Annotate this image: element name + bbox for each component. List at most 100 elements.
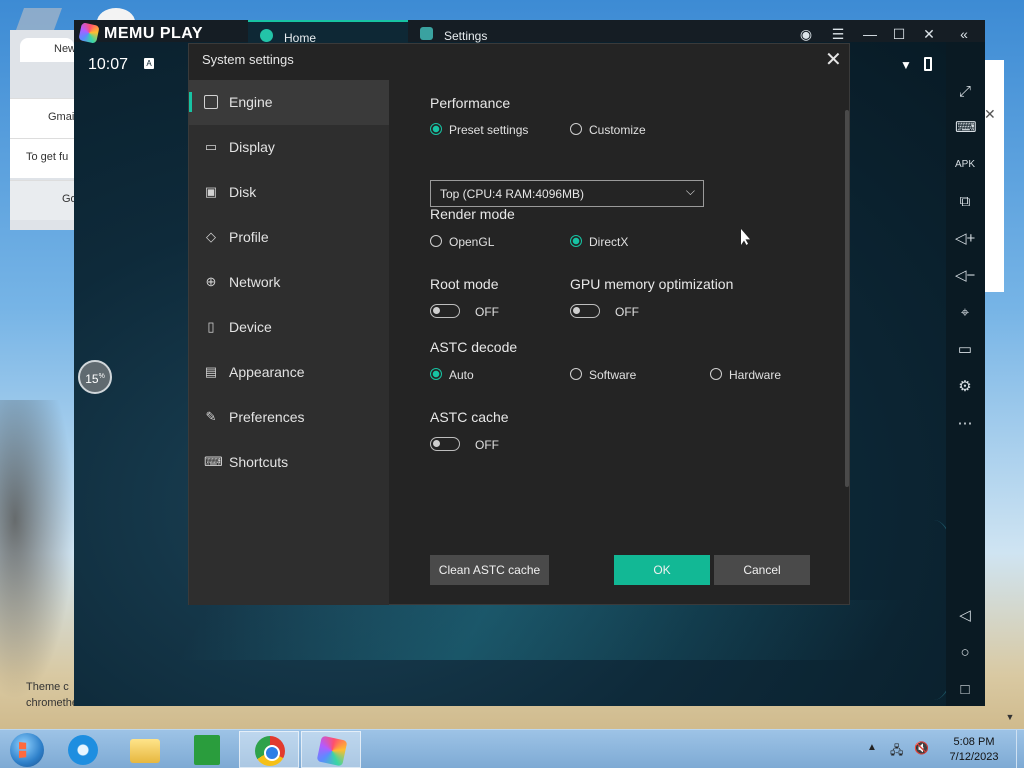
scroll-down-icon[interactable]: ▼ xyxy=(1000,712,1020,726)
chrome-hint-row: To get fu xyxy=(10,138,74,178)
wallpaper-tree xyxy=(0,400,75,700)
internet-explorer-icon xyxy=(68,735,98,765)
minimize-icon[interactable]: — xyxy=(862,26,878,42)
wrench-icon: ✎ xyxy=(205,409,217,424)
google-label: Go xyxy=(62,193,74,205)
astc-cache-state: OFF xyxy=(475,438,499,452)
taskbar-memu[interactable] xyxy=(301,731,361,768)
account-icon[interactable]: ◉ xyxy=(798,26,814,42)
tag-icon: ◇ xyxy=(206,229,216,244)
gpu-memory-toggle[interactable] xyxy=(570,304,600,318)
volume-up-icon[interactable]: ◁+ xyxy=(955,229,975,249)
clean-astc-cache-button[interactable]: Clean ASTC cache xyxy=(430,555,549,585)
show-desktop-button[interactable] xyxy=(1016,730,1024,768)
fullscreen-icon[interactable]: ⤢ xyxy=(955,82,975,102)
content-scrollbar[interactable] xyxy=(845,110,849,487)
astc-software-radio[interactable]: Software xyxy=(570,368,636,384)
desktop-icon[interactable] xyxy=(15,8,63,30)
ok-button[interactable]: OK xyxy=(614,555,710,585)
astc-auto-radio[interactable]: Auto xyxy=(430,368,474,384)
chrome-window-edge xyxy=(984,60,1004,292)
nav-device-label: Device xyxy=(229,319,272,335)
nav-profile[interactable]: ◇ Profile xyxy=(189,215,389,260)
tab-settings-label: Settings xyxy=(444,29,488,43)
background-glow xyxy=(176,600,912,660)
nav-engine[interactable]: Engine xyxy=(189,80,389,125)
dialog-title: System settings xyxy=(202,52,294,67)
window-icon: ▤ xyxy=(204,364,218,379)
taskbar-chrome[interactable] xyxy=(239,731,299,768)
keyboard-icon[interactable]: ⌨ xyxy=(955,118,977,138)
performance-preset-select[interactable]: Top (CPU:4 RAM:4096MB) ⌵ xyxy=(430,180,704,207)
root-mode-toggle[interactable] xyxy=(430,304,460,318)
settings-nav: Engine ▭ Display ▣ Disk ◇ Profile ⊕ Netw… xyxy=(189,80,389,605)
keyboard-icon: ⌨ xyxy=(204,454,223,469)
customize-radio[interactable]: Customize xyxy=(570,123,646,139)
nav-preferences[interactable]: ✎ Preferences xyxy=(189,395,389,440)
tab-settings[interactable]: Settings xyxy=(408,20,564,44)
performance-label: Performance xyxy=(430,95,511,111)
gpu-memory-state: OFF xyxy=(615,305,639,319)
menu-icon[interactable]: ☰ xyxy=(830,26,846,42)
close-icon[interactable]: ✕ xyxy=(984,106,996,123)
apk-icon[interactable]: APK xyxy=(955,155,975,175)
phone-icon: ▯ xyxy=(207,319,215,334)
taskbar-internet-explorer[interactable] xyxy=(53,731,113,768)
chrome-tab[interactable]: New xyxy=(20,38,76,62)
recents-icon[interactable]: □ xyxy=(955,680,975,700)
nav-shortcuts[interactable]: ⌨ Shortcuts xyxy=(189,440,389,485)
more-icon[interactable]: ⋯ xyxy=(955,414,975,434)
cancel-button[interactable]: Cancel xyxy=(714,555,810,585)
wifi-icon: ▼ xyxy=(900,58,912,72)
start-button[interactable] xyxy=(10,733,44,767)
nav-appearance[interactable]: ▤ Appearance xyxy=(189,350,389,395)
nav-engine-label: Engine xyxy=(229,94,273,110)
nav-profile-label: Profile xyxy=(229,229,269,245)
nav-preferences-label: Preferences xyxy=(229,409,305,425)
close-icon[interactable]: ✕ xyxy=(825,50,842,70)
clock-time: 5:08 PM xyxy=(953,736,995,748)
nav-display-label: Display xyxy=(229,139,275,155)
taskbar: ▲ 🖧 🔇 5:08 PM 7/12/2023 xyxy=(0,729,1024,768)
gmail-label: Gmai xyxy=(48,111,74,123)
multi-instance-icon[interactable]: ⧉ xyxy=(955,192,975,212)
chip-icon xyxy=(204,95,218,109)
memu-sidebar: ⤢ ⌨ APK ⧉ ◁+ ◁− ⌖ ▭ ⚙ ⋯ ◁ ○ □ xyxy=(946,42,985,706)
home-icon xyxy=(260,29,273,42)
tab-home[interactable]: Home xyxy=(248,20,408,45)
taskbar-file-explorer[interactable] xyxy=(115,731,175,768)
taskbar-store[interactable] xyxy=(177,731,237,768)
chrome-bookmark-gmail[interactable]: Gmai xyxy=(10,98,74,138)
theme-label: Theme c xyxy=(26,681,69,693)
astc-hardware-radio[interactable]: Hardware xyxy=(710,368,781,384)
volume-down-icon[interactable]: ◁− xyxy=(955,266,975,286)
astc-cache-toggle[interactable] xyxy=(430,437,460,451)
back-icon[interactable]: ◁ xyxy=(955,606,975,626)
chrome-google-row[interactable]: Go xyxy=(10,180,74,220)
taskbar-clock[interactable]: 5:08 PM 7/12/2023 xyxy=(944,735,1004,765)
close-icon[interactable]: ✕ xyxy=(921,26,937,42)
monitor-icon: ▭ xyxy=(204,139,218,154)
preset-settings-radio[interactable]: Preset settings xyxy=(430,123,528,139)
tray-expand-icon[interactable]: ▲ xyxy=(867,742,877,753)
windows-logo-icon xyxy=(19,742,27,758)
maximize-icon[interactable]: ☐ xyxy=(891,26,907,42)
volume-muted-icon[interactable]: 🔇 xyxy=(914,741,930,755)
home-icon[interactable]: ○ xyxy=(955,643,975,663)
directx-radio[interactable]: DirectX xyxy=(570,235,628,251)
opengl-radio[interactable]: OpenGL xyxy=(430,235,494,251)
nav-shortcuts-label: Shortcuts xyxy=(229,454,289,470)
collapse-sidebar-icon[interactable]: « xyxy=(956,26,972,42)
nav-disk[interactable]: ▣ Disk xyxy=(189,170,389,215)
settings-content: Performance Preset settings Customize To… xyxy=(389,80,851,605)
nav-disk-label: Disk xyxy=(229,184,257,200)
settings-icon[interactable]: ⚙ xyxy=(955,377,975,397)
nav-network[interactable]: ⊕ Network xyxy=(189,260,389,305)
root-mode-label: Root mode xyxy=(430,276,499,292)
network-icon[interactable]: 🖧 xyxy=(890,741,906,757)
location-icon[interactable]: ⌖ xyxy=(955,303,975,323)
folder-icon[interactable]: ▭ xyxy=(955,340,975,360)
nav-device[interactable]: ▯ Device xyxy=(189,305,389,350)
nav-display[interactable]: ▭ Display xyxy=(189,125,389,170)
disk-icon: ▣ xyxy=(204,184,218,199)
